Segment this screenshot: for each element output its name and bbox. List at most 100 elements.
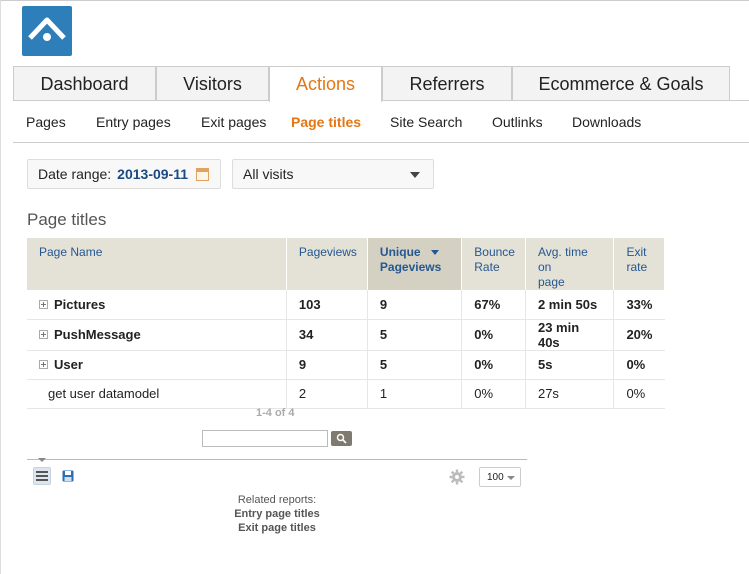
column-header-unique-pageviews[interactable]: Unique Pageviews: [367, 238, 463, 290]
cell-exit-rate: 0%: [613, 379, 665, 409]
column-header-pageviews[interactable]: Pageviews: [286, 238, 368, 290]
header-label: Bounce: [474, 245, 515, 259]
row-label: User: [54, 357, 83, 372]
cell-avg-time: 2 min 50s: [525, 290, 615, 320]
subnav-exit-pages[interactable]: Exit pages: [201, 114, 266, 130]
tab-actions[interactable]: Actions: [269, 66, 382, 102]
related-link-exit-page-titles[interactable]: Exit page titles: [177, 521, 377, 535]
tab-label: Dashboard: [40, 73, 129, 94]
date-range-selector[interactable]: Date range: 2013-09-11: [27, 159, 221, 189]
header-label: Page Name: [39, 245, 103, 259]
cell-pageviews: 2: [286, 379, 368, 409]
header-label: Rate: [474, 260, 500, 274]
date-range-label: Date range:: [38, 166, 112, 182]
cell-bounce-rate: 0%: [461, 319, 526, 351]
chevron-down-icon: [410, 172, 420, 178]
table-view-button[interactable]: [33, 467, 51, 485]
expand-icon[interactable]: [39, 360, 48, 370]
subnav-outlinks[interactable]: Outlinks: [492, 114, 543, 130]
related-link-entry-page-titles[interactable]: Entry page titles: [177, 507, 377, 521]
floppy-disk-icon: [62, 470, 74, 482]
subnav-page-titles[interactable]: Page titles: [291, 114, 361, 130]
subnav-pages[interactable]: Pages: [26, 114, 66, 130]
tab-visitors[interactable]: Visitors: [156, 66, 269, 101]
expand-icon[interactable]: [39, 299, 48, 309]
table-row[interactable]: PushMessage 34 5 0% 23 min 40s 20%: [27, 319, 665, 351]
row-label: Pictures: [54, 296, 106, 312]
cell-avg-time: 27s: [525, 379, 615, 409]
active-view-indicator: [38, 458, 46, 462]
search-button[interactable]: [331, 431, 352, 446]
header-label: Pageviews: [298, 245, 357, 259]
cell-page-name: Pictures: [27, 290, 287, 320]
main-tabs: Dashboard Visitors Actions Referrers Eco…: [13, 66, 749, 102]
export-button[interactable]: [59, 467, 77, 485]
top-border: [1, 0, 749, 1]
cell-pageviews: 9: [286, 350, 368, 380]
cell-page-name: User: [27, 350, 287, 380]
tab-label: Ecommerce & Goals: [538, 73, 704, 94]
row-limit-select[interactable]: 100: [479, 467, 521, 487]
tab-label: Referrers: [409, 73, 485, 94]
sort-descending-icon: [430, 250, 439, 256]
header-label: Unique: [379, 245, 421, 259]
page-frame: Dashboard Visitors Actions Referrers Eco…: [0, 0, 749, 574]
cell-exit-rate: 0%: [613, 350, 665, 380]
table-row[interactable]: Pictures 103 9 67% 2 min 50s 33%: [27, 290, 665, 320]
column-header-page-name[interactable]: Page Name: [27, 238, 287, 290]
tab-label: Visitors: [183, 73, 242, 94]
cell-bounce-rate: 0%: [461, 379, 526, 409]
table-footer-divider: [27, 459, 527, 460]
cell-exit-rate: 20%: [613, 319, 665, 351]
table-search-input[interactable]: [202, 430, 328, 447]
tab-ecommerce-goals[interactable]: Ecommerce & Goals: [512, 66, 730, 101]
calendar-icon: [196, 167, 210, 181]
tab-dashboard[interactable]: Dashboard: [13, 66, 156, 101]
pagination-info: 1-4 of 4: [256, 407, 295, 419]
cell-pageviews: 103: [286, 290, 368, 320]
segment-value: All visits: [243, 166, 294, 182]
cell-page-name: PushMessage: [27, 319, 287, 351]
segment-selector[interactable]: All visits: [232, 159, 434, 189]
header-label: rate: [626, 260, 648, 274]
magnifier-icon: [336, 433, 347, 444]
logo-mark: [28, 17, 66, 41]
table-row[interactable]: get user datamodel 2 1 0% 27s 0%: [27, 379, 665, 409]
cell-bounce-rate: 67%: [461, 290, 526, 320]
cell-bounce-rate: 0%: [461, 350, 526, 380]
header-label: Pageviews: [379, 260, 442, 274]
column-header-avg-time[interactable]: Avg. time on page: [525, 238, 615, 290]
tab-label: Actions: [295, 74, 356, 94]
subnav-downloads[interactable]: Downloads: [572, 114, 641, 130]
cell-avg-time: 23 min 40s: [525, 319, 615, 351]
cell-pageviews: 34: [286, 319, 368, 351]
table-row[interactable]: User 9 5 0% 5s 0%: [27, 350, 665, 380]
settings-button[interactable]: [449, 469, 465, 485]
subnav-site-search[interactable]: Site Search: [390, 114, 462, 130]
cell-unique-pageviews: 1: [367, 379, 463, 409]
header-label: Avg. time on: [537, 245, 588, 274]
table-view-icon: [36, 471, 48, 481]
row-limit-value: 100: [487, 471, 504, 483]
date-range-value: 2013-09-11: [117, 166, 189, 182]
column-header-exit-rate[interactable]: Exit rate: [613, 238, 665, 290]
cell-page-name: get user datamodel: [27, 379, 287, 409]
subnav-entry-pages[interactable]: Entry pages: [96, 114, 171, 130]
row-label: PushMessage: [54, 327, 141, 342]
cell-unique-pageviews: 9: [367, 290, 463, 320]
cell-unique-pageviews: 5: [367, 319, 463, 351]
header-label: Exit: [626, 245, 647, 259]
expand-icon[interactable]: [39, 330, 48, 340]
cell-unique-pageviews: 5: [367, 350, 463, 380]
header-label: page: [537, 275, 565, 289]
report-title: Page titles: [27, 210, 107, 229]
piwik-logo[interactable]: [22, 6, 72, 56]
chevron-down-icon: [507, 476, 515, 480]
cell-avg-time: 5s: [525, 350, 615, 380]
related-reports-label: Related reports:: [237, 494, 317, 506]
related-reports: Related reports: Entry page titles Exit …: [177, 493, 377, 535]
column-header-bounce-rate[interactable]: Bounce Rate: [461, 238, 526, 290]
tab-referrers[interactable]: Referrers: [382, 66, 512, 101]
gear-icon: [449, 469, 465, 485]
cell-exit-rate: 33%: [613, 290, 665, 320]
